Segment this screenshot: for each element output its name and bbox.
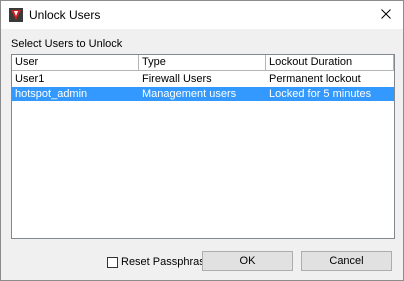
cell-lockout-duration: Locked for 5 minutes [269,88,372,100]
cell-lockout-duration: Permanent lockout [269,73,361,85]
unlock-users-dialog: Unlock Users Select Users to Unlock User… [0,0,404,281]
column-header-user[interactable]: User [12,55,139,70]
ok-button[interactable]: OK [202,251,293,271]
locked-users-table: User Type Lockout Duration User1 Firewal… [11,54,395,239]
button-bar: Reset Passphrase OK Cancel [1,251,403,271]
cell-type: Firewall Users [142,73,212,85]
table-row-selected[interactable]: hotspot_admin Management users Locked fo… [12,87,394,101]
reset-passphrase-label: Reset Passphrase [121,256,211,268]
reset-passphrase-checkbox[interactable]: Reset Passphrase [107,256,211,268]
table-header: User Type Lockout Duration [12,55,394,71]
table-row[interactable]: User1 Firewall Users Permanent lockout [12,72,394,86]
column-header-lockout-duration[interactable]: Lockout Duration [266,55,394,70]
app-icon [9,8,23,22]
close-icon[interactable] [373,3,399,25]
cancel-button[interactable]: Cancel [301,251,392,271]
section-label: Select Users to Unlock [11,38,123,50]
cell-user: hotspot_admin [15,88,88,100]
title-bar: Unlock Users [1,1,403,29]
window-title: Unlock Users [29,8,101,22]
cell-user: User1 [15,73,45,85]
checkbox-box[interactable] [107,256,118,268]
cell-type: Management users [142,88,237,100]
column-header-type[interactable]: Type [139,55,266,70]
